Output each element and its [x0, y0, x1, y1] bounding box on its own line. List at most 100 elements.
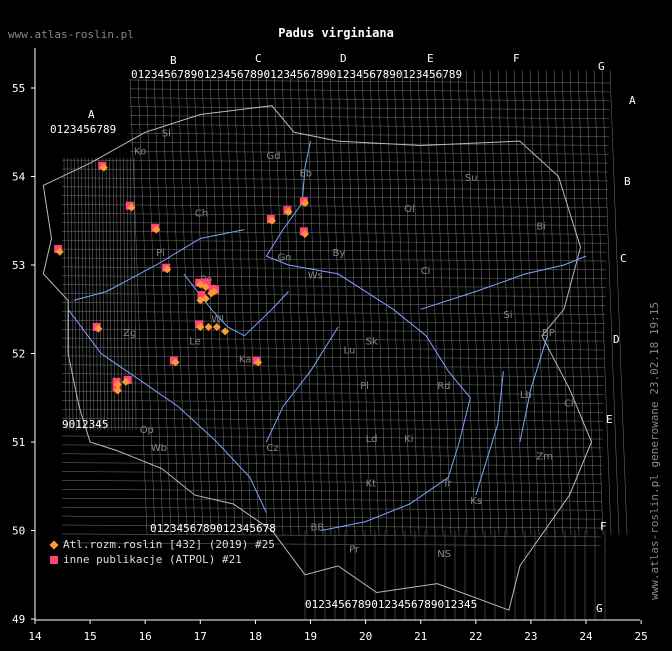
region-label: Wb	[151, 443, 167, 454]
grid-line	[61, 266, 607, 271]
grid-line	[313, 69, 332, 536]
region-label: Pr	[349, 545, 360, 556]
region-label: Ki	[404, 434, 413, 445]
grid-line	[169, 76, 188, 536]
region-label: Ld	[366, 434, 378, 445]
grid-line	[61, 400, 604, 404]
grid-line	[129, 124, 610, 128]
grid-line	[601, 69, 620, 536]
grid-line	[61, 222, 608, 226]
grid-line	[201, 74, 220, 536]
region-label: Bi	[536, 222, 546, 233]
grid-line	[61, 515, 602, 520]
region-label: Le	[189, 337, 201, 348]
x-tick-label: 25	[634, 630, 647, 643]
grid-line	[385, 69, 404, 536]
grid-line	[61, 320, 606, 324]
grid-line	[61, 346, 605, 351]
x-tick-label: 22	[469, 630, 482, 643]
region-label: Op	[140, 425, 154, 436]
grid-line	[377, 69, 396, 536]
grid-line	[585, 69, 604, 536]
region-label: Zm	[536, 452, 553, 463]
region-label: By	[333, 248, 346, 259]
grid-line	[61, 462, 603, 466]
legend-item-inne: inne publikacje (ATPOL) #21	[50, 553, 242, 566]
region-label: Rd	[437, 381, 450, 392]
grid-line	[417, 69, 436, 536]
river-line	[475, 371, 504, 496]
grid-line	[305, 69, 324, 536]
grid-line	[61, 311, 606, 315]
x-tick-label: 16	[139, 630, 152, 643]
grid-line	[401, 69, 420, 536]
grid-line	[569, 69, 588, 536]
y-tick-label: 49	[12, 613, 25, 626]
region-label: Lu	[344, 346, 356, 357]
region-label: Ci	[421, 266, 431, 277]
diamond-icon	[49, 540, 59, 550]
region-label: Su	[465, 173, 478, 184]
grid-line	[129, 88, 610, 93]
grid-line	[369, 69, 388, 536]
grid-line	[129, 150, 609, 155]
grid-line	[61, 284, 606, 288]
grid-line	[61, 337, 605, 342]
region-label: Gd	[266, 151, 280, 162]
region-label: Ko	[134, 146, 146, 157]
grid-line	[209, 74, 228, 536]
grid-line	[393, 69, 412, 536]
grid-line	[265, 71, 284, 536]
grid-line	[81, 157, 84, 431]
grid-line	[61, 293, 606, 297]
x-tick-label: 21	[414, 630, 427, 643]
region-label: Lb	[520, 390, 532, 401]
grid-line	[593, 69, 612, 536]
grid-line	[61, 213, 608, 217]
region-label: Ka	[239, 354, 252, 365]
grid-line	[61, 275, 607, 280]
grid-line	[61, 355, 605, 360]
region-label: Cz	[266, 443, 278, 454]
grid-digits-top: 0123456789012345678901234567890123456789…	[131, 68, 462, 81]
grid-line	[61, 159, 609, 164]
grid-line	[345, 69, 364, 536]
grid-line	[61, 471, 603, 475]
region-label: Tr	[442, 478, 453, 489]
x-tick-label: 14	[28, 630, 42, 643]
grid-letter-top: A	[88, 108, 95, 121]
region-label: Kt	[366, 478, 377, 489]
region-label: Ol	[404, 204, 415, 215]
grid-line	[353, 69, 372, 536]
grid-line	[241, 72, 260, 536]
grid-line	[84, 157, 88, 431]
grid-digits-a: 0123456789	[50, 123, 116, 136]
grid-line	[129, 97, 610, 102]
grid-line	[337, 69, 356, 536]
grid-line	[61, 506, 602, 511]
grid-line	[177, 76, 196, 536]
y-tick-label: 52	[12, 348, 25, 361]
grid-letter-right: B	[624, 175, 631, 188]
grid-line	[289, 70, 308, 536]
grid-line	[161, 76, 180, 536]
grid-line	[61, 489, 602, 493]
x-tick-label: 15	[83, 630, 96, 643]
region-label: NS	[437, 549, 451, 560]
y-tick-label: 51	[12, 436, 25, 449]
x-tick-label: 23	[524, 630, 537, 643]
grid-letter-top: E	[427, 52, 434, 65]
river-line	[67, 309, 267, 514]
grid-line	[185, 75, 204, 536]
square-icon	[50, 556, 58, 564]
grid-digits-bottom2: 01234567890123456789012345	[305, 598, 477, 611]
region-label: Sk	[366, 337, 378, 348]
y-tick-label: 55	[12, 82, 25, 95]
grid-line	[281, 70, 300, 536]
grid-line	[77, 157, 81, 431]
grid-line	[233, 73, 252, 536]
grid-line	[70, 157, 74, 431]
region-label: Ws	[308, 270, 323, 281]
region-label: Gn	[277, 253, 291, 264]
grid-line	[409, 69, 428, 536]
